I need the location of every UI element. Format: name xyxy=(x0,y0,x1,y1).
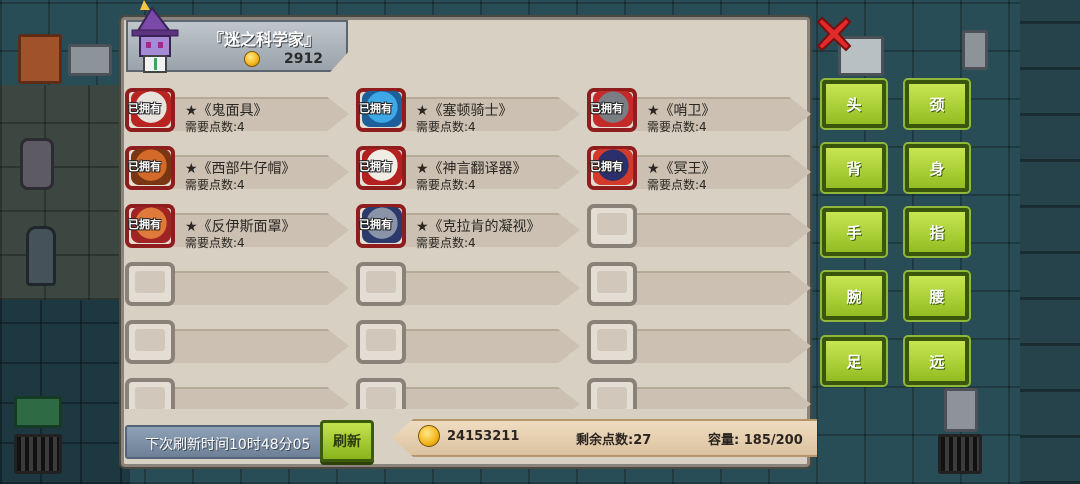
category-button[interactable]: 手 xyxy=(822,208,886,256)
item-cost: 需要点数:4 xyxy=(416,236,476,250)
category-button[interactable]: 颈 xyxy=(905,80,969,128)
shop-item[interactable]: 已拥有 ★《塞顿骑士》 需要点数:4 xyxy=(356,85,580,135)
owned-badge: 已拥有 xyxy=(359,102,392,115)
floor-grate-left xyxy=(14,434,62,474)
owned-badge: 已拥有 xyxy=(128,218,161,231)
empty-item-slot[interactable] xyxy=(125,375,349,409)
wall-console xyxy=(962,30,988,70)
storage-crate xyxy=(18,34,62,84)
floor-grate-right xyxy=(938,434,982,474)
item-slot xyxy=(587,320,637,364)
item-name: ★《神言翻译器》 xyxy=(416,161,527,177)
shop-item[interactable]: 已拥有 ★《冥王》 需要点数:4 xyxy=(587,143,811,193)
item-name: ★《塞顿骑士》 xyxy=(416,103,513,119)
shop-item[interactable]: 已拥有 ★《克拉肯的凝视》 需要点数:4 xyxy=(356,201,580,251)
item-cost: 需要点数:4 xyxy=(185,178,245,192)
owned-badge: 已拥有 xyxy=(128,102,161,115)
total-coins: 24153211 xyxy=(447,429,520,444)
close-icon xyxy=(816,16,852,52)
item-cost: 需要点数:4 xyxy=(416,120,476,134)
category-button[interactable]: 足 xyxy=(822,337,886,385)
merchant-coin-count: 2912 xyxy=(284,51,323,67)
item-slot xyxy=(356,320,406,364)
category-button[interactable]: 远 xyxy=(905,337,969,385)
empty-item-slot[interactable] xyxy=(587,201,811,251)
empty-item-slot[interactable] xyxy=(125,317,349,367)
circuit-board xyxy=(14,396,62,428)
close-button[interactable] xyxy=(815,15,853,53)
refresh-button[interactable]: 刷新 xyxy=(320,420,374,462)
category-button[interactable]: 背 xyxy=(822,144,886,192)
owned-badge: 已拥有 xyxy=(128,160,161,173)
shop-item[interactable]: 已拥有 ★《鬼面具》 需要点数:4 xyxy=(125,85,349,135)
item-name: ★《冥王》 xyxy=(647,161,716,177)
empty-item-slot[interactable] xyxy=(356,375,580,409)
item-slot xyxy=(587,204,637,248)
shop-item[interactable]: 已拥有 ★《西部牛仔帽》 需要点数:4 xyxy=(125,143,349,193)
owned-badge: 已拥有 xyxy=(590,102,623,115)
empty-item-slot[interactable] xyxy=(125,259,349,309)
item-slot xyxy=(125,378,175,409)
category-button[interactable]: 腰 xyxy=(905,272,969,320)
item-name: ★《鬼面具》 xyxy=(185,103,268,119)
category-button[interactable]: 腕 xyxy=(822,272,886,320)
item-slot xyxy=(587,378,637,409)
item-slot xyxy=(356,262,406,306)
empty-item-slot[interactable] xyxy=(587,259,811,309)
owned-badge: 已拥有 xyxy=(359,160,392,173)
item-cost: 需要点数:4 xyxy=(647,120,707,134)
remaining-points: 剩余点数:27 xyxy=(576,433,652,448)
item-name: ★《克拉肯的凝视》 xyxy=(416,219,541,235)
item-name: ★《反伊斯面罩》 xyxy=(185,219,296,235)
item-slot xyxy=(587,262,637,306)
merchant-title: 『迷之科学家』 xyxy=(208,30,321,49)
refresh-timer-box: 下次刷新时间10时48分05 xyxy=(125,425,325,459)
owned-badge: 已拥有 xyxy=(359,218,392,231)
item-name: ★《哨卫》 xyxy=(647,103,716,119)
scientist-avatar xyxy=(131,0,179,73)
inventory-capacity: 容量: 185/200 xyxy=(708,433,803,448)
plant-vase xyxy=(26,226,56,286)
empty-item-slot[interactable] xyxy=(587,317,811,367)
refresh-timer-text: 下次刷新时间10时48分05 xyxy=(145,437,311,453)
category-button[interactable]: 指 xyxy=(905,208,969,256)
item-slot xyxy=(356,378,406,409)
owned-badge: 已拥有 xyxy=(590,160,623,173)
empty-item-slot[interactable] xyxy=(587,375,811,409)
category-button[interactable]: 身 xyxy=(905,144,969,192)
item-cost: 需要点数:4 xyxy=(647,178,707,192)
vending-terminal xyxy=(944,388,978,432)
shop-item[interactable]: 已拥有 ★《哨卫》 需要点数:4 xyxy=(587,85,811,135)
item-cost: 需要点数:4 xyxy=(185,236,245,250)
coin-icon xyxy=(244,51,260,67)
shop-item[interactable]: 已拥有 ★《反伊斯面罩》 需要点数:4 xyxy=(125,201,349,251)
shop-item[interactable]: 已拥有 ★《神言翻译器》 需要点数:4 xyxy=(356,143,580,193)
item-slot xyxy=(125,320,175,364)
room-floor-left xyxy=(0,85,125,300)
item-cost: 需要点数:4 xyxy=(416,178,476,192)
item-name: ★《西部牛仔帽》 xyxy=(185,161,296,177)
coin-icon xyxy=(418,425,440,447)
wall-right xyxy=(1020,0,1080,484)
item-cost: 需要点数:4 xyxy=(185,120,245,134)
item-slot xyxy=(125,262,175,306)
empty-item-slot[interactable] xyxy=(356,259,580,309)
empty-item-slot[interactable] xyxy=(356,317,580,367)
npc-character xyxy=(20,138,54,190)
category-button[interactable]: 头 xyxy=(822,80,886,128)
lab-machine xyxy=(68,44,112,76)
